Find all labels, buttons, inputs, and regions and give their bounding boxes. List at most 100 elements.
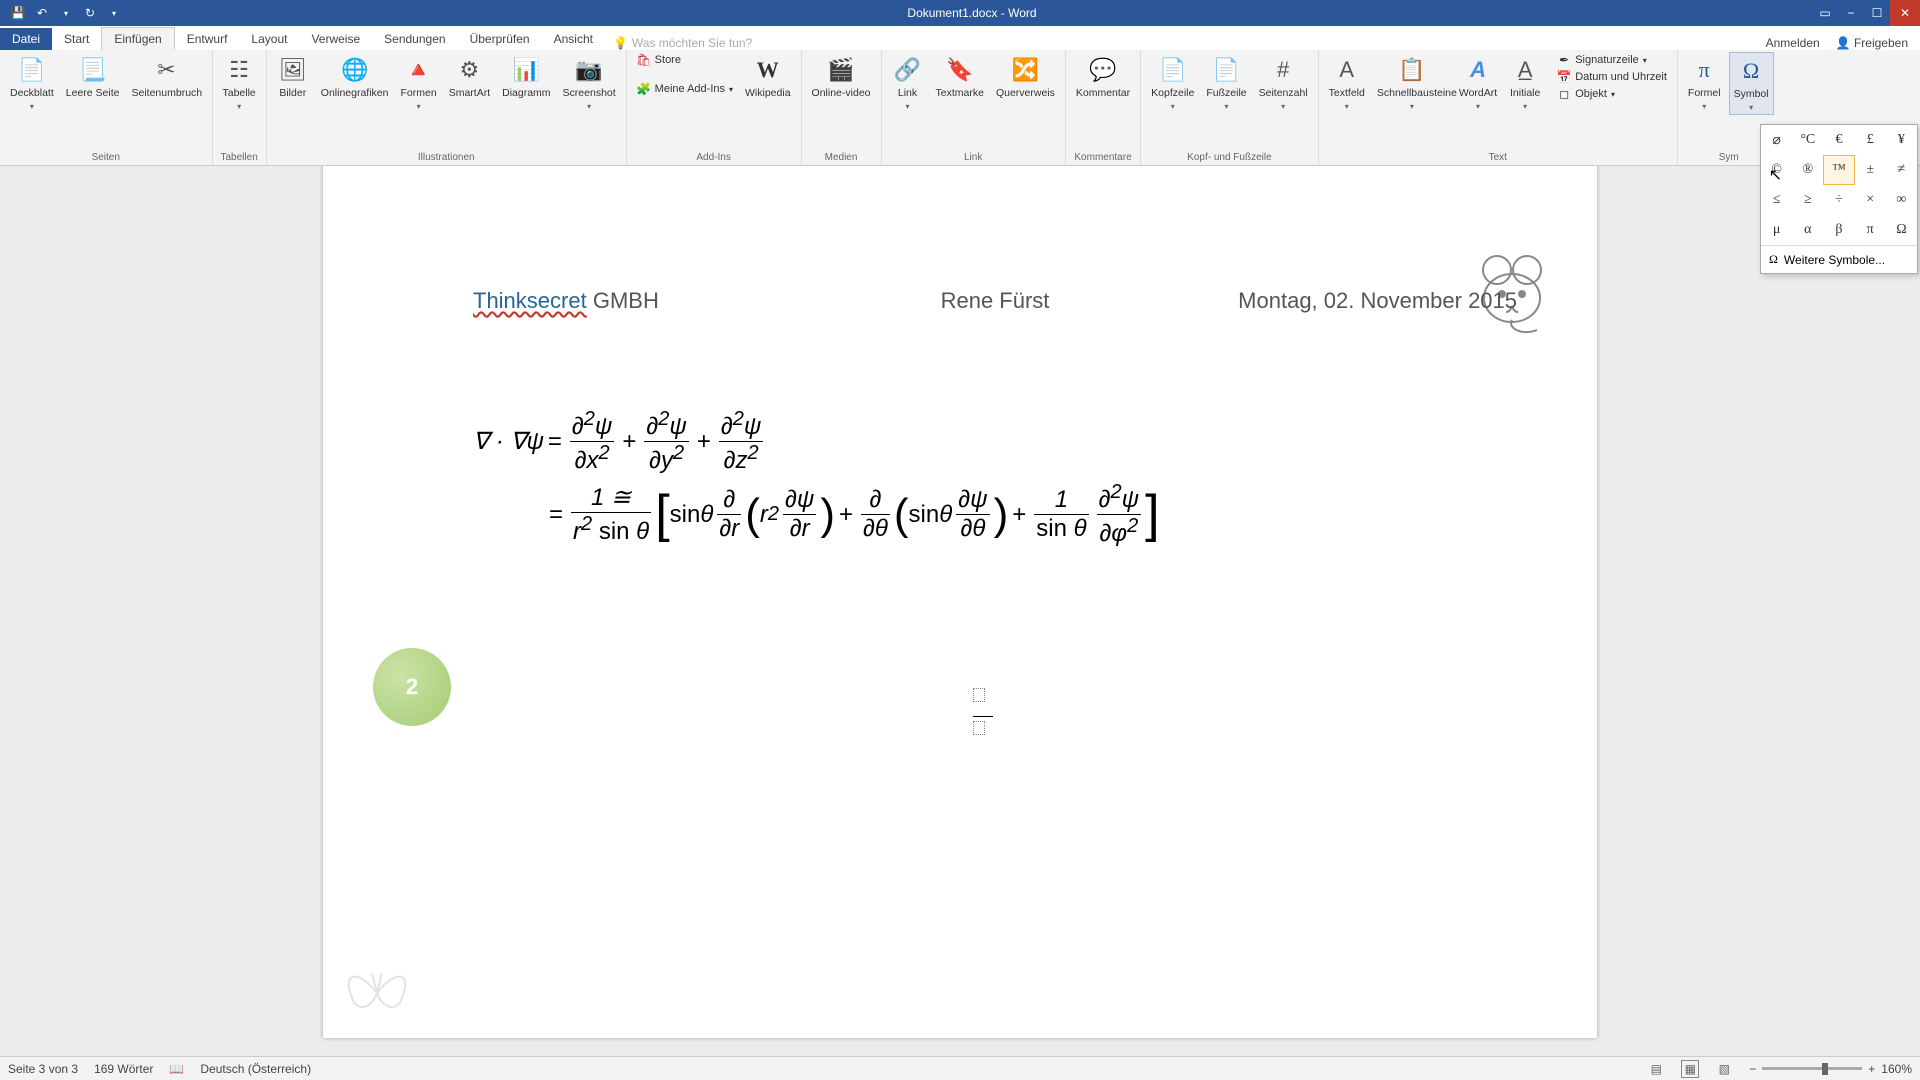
tell-me-search[interactable]: 💡 Was möchten Sie tun?	[605, 36, 760, 50]
share-button[interactable]: 👤 Freigeben	[1836, 36, 1908, 50]
zoom-in-button[interactable]: +	[1868, 1062, 1875, 1076]
symbol-cell[interactable]: ±	[1855, 155, 1886, 185]
symbol-cell[interactable]: £	[1855, 125, 1886, 155]
symbol-cell[interactable]: ×	[1855, 185, 1886, 215]
shapes-button[interactable]: 🔺Formen▾	[397, 52, 441, 113]
ribbon: 📄Deckblatt▾ 📃Leere Seite ✂Seitenumbruch …	[0, 50, 1920, 166]
blank-page-button[interactable]: 📃Leere Seite	[62, 52, 124, 102]
header-date: Montag, 02. November 2015	[1049, 288, 1537, 314]
status-words[interactable]: 169 Wörter	[94, 1062, 153, 1076]
textbox-button[interactable]: ATextfeld▾	[1325, 52, 1369, 113]
group-tables: ☷Tabelle▾ Tabellen	[213, 50, 267, 165]
window-title: Dokument1.docx - Word	[132, 6, 1812, 20]
tab-view[interactable]: Ansicht	[542, 28, 605, 50]
status-proofing-icon[interactable]: 📖	[169, 1062, 184, 1076]
ribbon-options-button[interactable]: ▭	[1812, 0, 1838, 26]
status-language[interactable]: Deutsch (Österreich)	[200, 1062, 311, 1076]
online-pictures-button[interactable]: 🌐Onlinegrafiken	[317, 52, 393, 102]
symbol-cell[interactable]: ¥	[1886, 125, 1917, 155]
tab-insert[interactable]: Einfügen	[101, 27, 174, 50]
date-time-button[interactable]: 📅Datum und Uhrzeit	[1553, 69, 1671, 85]
equation-block[interactable]: ∇ · ∇ψ = ∂2ψ∂x2 + ∂2ψ∂y2 + ∂2ψ∂z2 = 1 ≅r…	[473, 408, 1113, 548]
symbol-cell[interactable]: μ	[1761, 215, 1792, 245]
symbol-cell[interactable]: β	[1823, 215, 1854, 245]
store-button[interactable]: 🛍Store	[633, 52, 737, 68]
wikipedia-button[interactable]: WWikipedia	[741, 52, 795, 102]
equation-button[interactable]: πFormel▾	[1684, 52, 1725, 113]
zoom-percent[interactable]: 160%	[1881, 1062, 1912, 1076]
tab-start[interactable]: Start	[52, 28, 101, 50]
placeholder-box[interactable]	[973, 721, 985, 735]
symbol-cell[interactable]: °C	[1792, 125, 1823, 155]
chart-button[interactable]: 📊Diagramm	[498, 52, 554, 102]
symbol-button[interactable]: ΩSymbol▾	[1729, 52, 1774, 115]
zoom-out-button[interactable]: −	[1749, 1062, 1756, 1076]
symbol-cell[interactable]: α	[1792, 215, 1823, 245]
close-button[interactable]: ✕	[1890, 0, 1920, 26]
cross-reference-button[interactable]: 🔀Querverweis	[992, 52, 1059, 102]
symbol-cell[interactable]: ∞	[1886, 185, 1917, 215]
zoom-slider[interactable]	[1762, 1067, 1862, 1070]
titlebar: 💾 ↶ ▾ ↻ ▾ Dokument1.docx - Word ▭ − ☐ ✕	[0, 0, 1920, 26]
read-mode-button[interactable]: ▤	[1647, 1060, 1665, 1078]
undo-button[interactable]: ↶	[32, 6, 52, 20]
tab-file[interactable]: Datei	[0, 28, 52, 50]
more-symbols-button[interactable]: Ω Weitere Symbole...	[1761, 245, 1917, 273]
cover-page-button[interactable]: 📄Deckblatt▾	[6, 52, 58, 113]
qat-customize[interactable]: ▾	[104, 9, 124, 18]
symbol-cell[interactable]: ⌀	[1761, 125, 1792, 155]
symbol-cell[interactable]: π	[1855, 215, 1886, 245]
minimize-button[interactable]: −	[1838, 0, 1864, 26]
online-video-button[interactable]: 🎬Online-video	[808, 52, 875, 102]
tab-review[interactable]: Überprüfen	[458, 28, 542, 50]
web-layout-button[interactable]: ▧	[1715, 1060, 1733, 1078]
bookmark-button[interactable]: 🔖Textmarke	[932, 52, 988, 102]
group-label: Kommentare	[1074, 152, 1131, 165]
symbol-grid: ⌀°C€£¥ ©®™±≠ ≤≥÷×∞ μαβπΩ	[1761, 125, 1917, 245]
group-label: Kopf- und Fußzeile	[1187, 152, 1272, 165]
window-controls: ▭ − ☐ ✕	[1812, 0, 1920, 26]
qat-dropdown[interactable]: ▾	[56, 9, 76, 18]
tab-layout[interactable]: Layout	[239, 28, 299, 50]
symbol-cell[interactable]: ®	[1792, 155, 1823, 185]
wordart-button[interactable]: AWordArt▾	[1455, 52, 1501, 113]
header-button[interactable]: 📄Kopfzeile▾	[1147, 52, 1198, 113]
signature-line-button[interactable]: ✒Signaturzeile ▾	[1553, 52, 1671, 68]
statusbar: Seite 3 von 3 169 Wörter 📖 Deutsch (Öste…	[0, 1056, 1920, 1080]
symbol-cell[interactable]: ≥	[1792, 185, 1823, 215]
screenshot-button[interactable]: 📷Screenshot▾	[559, 52, 620, 113]
my-addins-button[interactable]: 🧩Meine Add-Ins ▾	[633, 81, 737, 97]
group-text: ATextfeld▾ 📋Schnellbausteine▾ AWordArt▾ …	[1319, 50, 1678, 165]
link-button[interactable]: 🔗Link▾	[888, 52, 928, 113]
print-layout-button[interactable]: ▦	[1681, 1060, 1699, 1078]
document-area[interactable]: Thinksecret GMBH Rene Fürst Montag, 02. …	[0, 166, 1920, 1056]
status-page[interactable]: Seite 3 von 3	[8, 1062, 78, 1076]
page-header: Thinksecret GMBH Rene Fürst Montag, 02. …	[473, 288, 1537, 314]
tab-mailings[interactable]: Sendungen	[372, 28, 457, 50]
maximize-button[interactable]: ☐	[1864, 0, 1890, 26]
footer-button[interactable]: 📄Fußzeile▾	[1202, 52, 1250, 113]
dropcap-button[interactable]: A̲Initiale▾	[1505, 52, 1545, 113]
tab-references[interactable]: Verweise	[299, 28, 372, 50]
pictures-button[interactable]: 🖼Bilder	[273, 52, 313, 102]
page-break-button[interactable]: ✂Seitenumbruch	[128, 52, 206, 102]
redo-button[interactable]: ↻	[80, 6, 100, 20]
page-number-button[interactable]: #Seitenzahl▾	[1255, 52, 1312, 113]
equation-placeholders[interactable]	[973, 688, 993, 735]
symbol-cell[interactable]: ÷	[1823, 185, 1854, 215]
placeholder-box[interactable]	[973, 688, 985, 702]
symbol-cell[interactable]: ™	[1823, 155, 1854, 185]
smartart-button[interactable]: ⚙SmartArt	[445, 52, 494, 102]
symbol-cell[interactable]: ≤	[1761, 185, 1792, 215]
table-button[interactable]: ☷Tabelle▾	[219, 52, 260, 113]
symbol-cell[interactable]: ©	[1761, 155, 1792, 185]
save-button[interactable]: 💾	[8, 6, 28, 20]
tab-design[interactable]: Entwurf	[175, 28, 240, 50]
signin-link[interactable]: Anmelden	[1766, 36, 1820, 50]
object-button[interactable]: ◻Objekt ▾	[1553, 86, 1671, 102]
symbol-cell[interactable]: Ω	[1886, 215, 1917, 245]
symbol-cell[interactable]: ≠	[1886, 155, 1917, 185]
comment-button[interactable]: 💬Kommentar	[1072, 52, 1134, 102]
quickparts-button[interactable]: 📋Schnellbausteine▾	[1373, 52, 1451, 113]
symbol-cell[interactable]: €	[1823, 125, 1854, 155]
